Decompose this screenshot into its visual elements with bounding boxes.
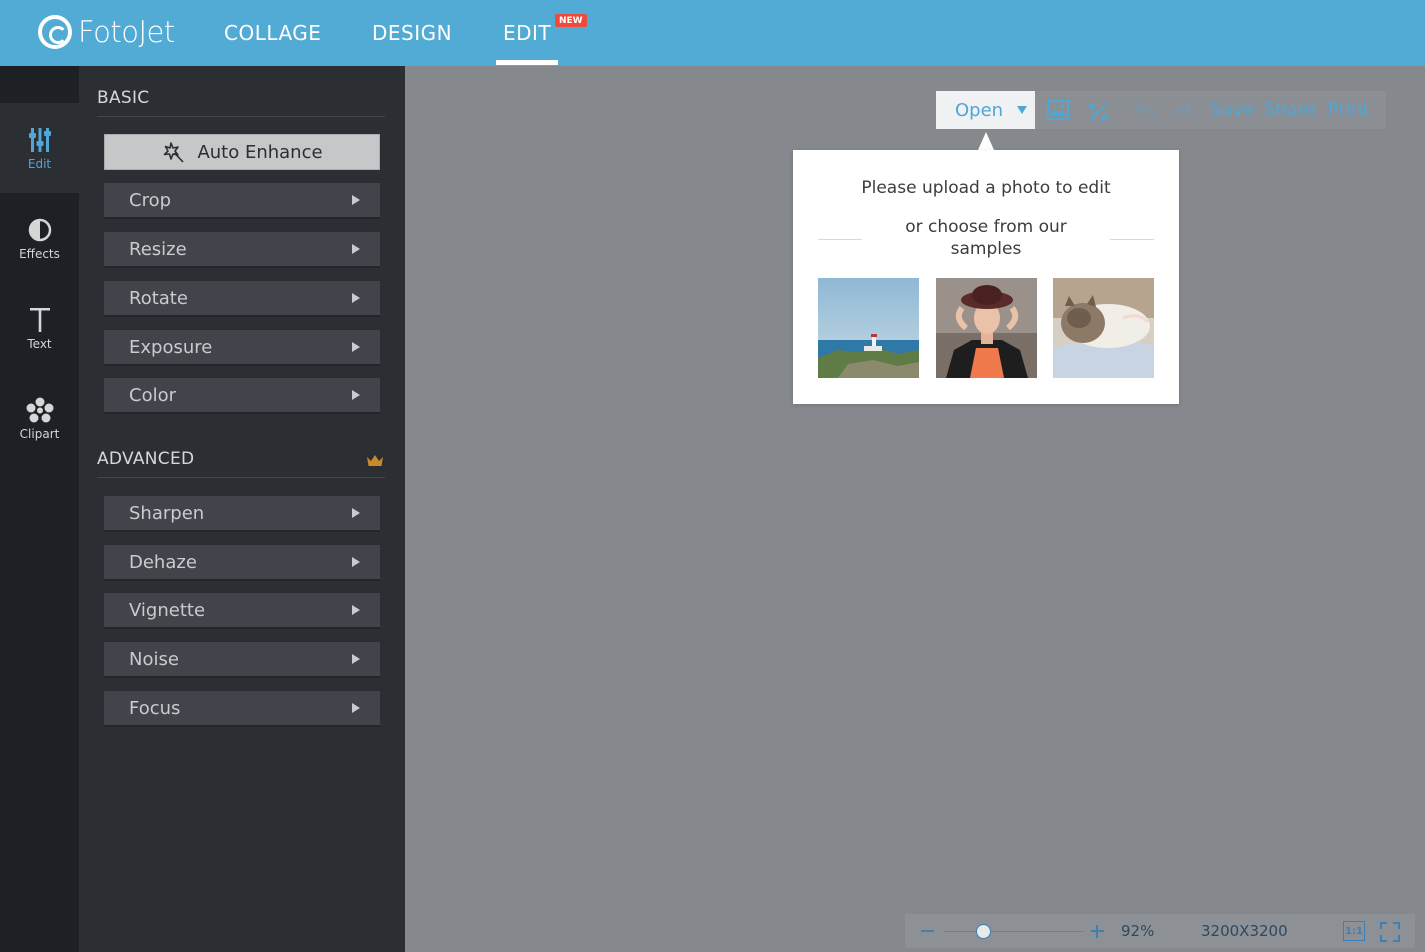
zoom-in-button-vertical[interactable] (1096, 925, 1098, 938)
magic-wand-icon (164, 142, 185, 163)
basic-section-title: BASIC (97, 88, 150, 108)
logo-mark-icon (38, 15, 72, 49)
expand-arrow-icon (352, 703, 360, 713)
focus-label: Focus (129, 697, 181, 719)
crop-label: Crop (129, 189, 172, 211)
nav-collage[interactable]: COLLAGE (224, 0, 321, 66)
auto-enhance-button[interactable]: Auto Enhance (104, 134, 380, 170)
share-button[interactable]: Share (1264, 99, 1316, 120)
cat-image (1053, 278, 1154, 378)
svg-text:A: A (1101, 113, 1109, 122)
image-icon[interactable] (1047, 100, 1069, 120)
sliders-icon (28, 125, 51, 155)
half-circle-icon (28, 215, 52, 245)
upload-prompt: Please upload a photo to edit (861, 178, 1111, 198)
rail-label-clipart: Clipart (19, 427, 60, 441)
sample-cat[interactable] (1053, 278, 1154, 378)
rail-item-edit[interactable]: Edit (0, 103, 79, 193)
save-button[interactable]: Save (1210, 99, 1254, 120)
zoom-slider-handle[interactable] (976, 924, 991, 939)
focus-button[interactable]: Focus (104, 691, 380, 727)
sample-woman-hat[interactable] (936, 278, 1037, 378)
divider-left (818, 239, 862, 240)
nav-active-underline (496, 60, 558, 65)
fullscreen-icon[interactable] (1380, 922, 1400, 942)
exposure-label: Exposure (129, 336, 213, 358)
top-bar: FotoJet COLLAGE DESIGN EDIT NEW (0, 0, 1425, 66)
undo-icon[interactable] (1132, 100, 1156, 120)
svg-text:B: B (1089, 102, 1097, 113)
advanced-section-title: ADVANCED (97, 449, 195, 469)
noise-label: Noise (129, 648, 179, 670)
resize-button[interactable]: Resize (104, 232, 380, 268)
vignette-button[interactable]: Vignette (104, 593, 380, 629)
color-label: Color (129, 384, 176, 406)
popover-pointer (978, 132, 994, 150)
expand-arrow-icon (352, 654, 360, 664)
rail-label-edit: Edit (27, 157, 52, 171)
dehaze-label: Dehaze (129, 551, 197, 573)
noise-button[interactable]: Noise (104, 642, 380, 678)
replace-text-icon[interactable]: B A (1088, 100, 1112, 122)
expand-arrow-icon (352, 390, 360, 400)
crown-icon (367, 455, 383, 466)
nav-design[interactable]: DESIGN (372, 0, 452, 66)
text-t-icon (29, 305, 51, 335)
rotate-label: Rotate (129, 287, 188, 309)
new-badge: NEW (555, 14, 587, 27)
zoom-out-button[interactable] (921, 930, 934, 932)
fotojet-logo[interactable]: FotoJet (38, 12, 175, 52)
logo-text: FotoJet (78, 15, 175, 49)
nav-edit[interactable]: EDIT (503, 0, 551, 66)
samples-prompt: or choose from our samples (905, 217, 1067, 259)
color-button[interactable]: Color (104, 378, 380, 414)
edit-panel: BASIC Auto Enhance Crop Resize Rotate Ex… (79, 66, 405, 952)
rail-label-effects: Effects (19, 247, 60, 261)
rotate-button[interactable]: Rotate (104, 281, 380, 317)
canvas-toolbar: Open B A Save Share Print (936, 91, 1386, 129)
zoom-value: 92% (1121, 922, 1155, 940)
dropdown-caret-icon (1017, 106, 1027, 114)
clipart-flower-icon (26, 395, 54, 425)
print-button[interactable]: Print (1328, 99, 1369, 120)
image-dimensions: 3200X3200 (1201, 922, 1288, 940)
open-button[interactable]: Open (936, 91, 1035, 129)
resize-label: Resize (129, 238, 187, 260)
divider-right (1110, 239, 1154, 240)
crop-button[interactable]: Crop (104, 183, 380, 219)
actual-size-button[interactable]: 1:1 (1343, 921, 1365, 941)
expand-arrow-icon (352, 557, 360, 567)
auto-enhance-label: Auto Enhance (197, 141, 323, 163)
zoom-bar: 92% 3200X3200 1:1 (905, 914, 1415, 948)
dehaze-button[interactable]: Dehaze (104, 545, 380, 581)
sharpen-button[interactable]: Sharpen (104, 496, 380, 532)
vignette-label: Vignette (129, 599, 206, 621)
redo-icon[interactable] (1170, 100, 1194, 120)
expand-arrow-icon (352, 605, 360, 615)
lighthouse-image (818, 278, 919, 378)
basic-divider (97, 116, 385, 117)
open-label: Open (955, 99, 1004, 121)
expand-arrow-icon (352, 508, 360, 518)
expand-arrow-icon (352, 244, 360, 254)
exposure-button[interactable]: Exposure (104, 330, 380, 366)
rail-item-clipart[interactable]: Clipart (0, 373, 79, 463)
portrait-image (936, 278, 1037, 378)
sample-lighthouse[interactable] (818, 278, 919, 378)
expand-arrow-icon (352, 293, 360, 303)
rail-label-text: Text (27, 337, 52, 351)
rail-item-text[interactable]: Text (0, 283, 79, 373)
expand-arrow-icon (352, 195, 360, 205)
advanced-divider (97, 477, 385, 478)
zoom-slider-track[interactable] (944, 931, 1084, 932)
expand-arrow-icon (352, 342, 360, 352)
upload-popover: Please upload a photo to edit or choose … (793, 150, 1179, 404)
tool-rail: Edit Effects Text Clipart (0, 66, 79, 952)
rail-item-effects[interactable]: Effects (0, 193, 79, 283)
sharpen-label: Sharpen (129, 502, 205, 524)
